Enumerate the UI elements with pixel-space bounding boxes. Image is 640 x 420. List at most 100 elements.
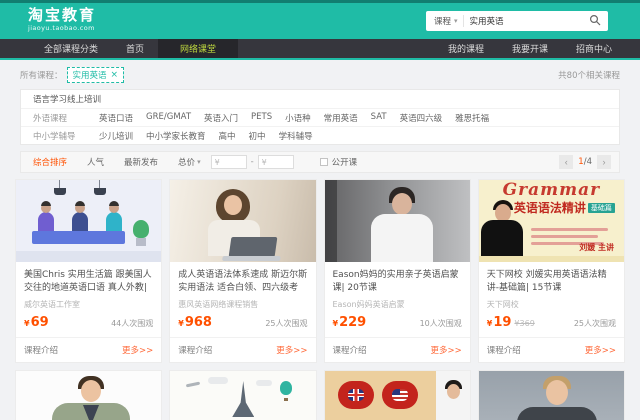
course-title[interactable]: 天下网校 刘媛实用英语语法精讲-基础篇| 15节课 (487, 269, 616, 295)
category-link[interactable]: 常用英语 (324, 112, 358, 124)
book-cover-title: 英语语法精讲 基础篇 (505, 199, 624, 216)
course-thumbnail-man-green-jacket (16, 371, 162, 420)
filter-tag-selected[interactable]: 实用英语 × (66, 67, 125, 83)
nav-home[interactable]: 首页 (112, 39, 158, 58)
course-intro-link[interactable]: 课程介绍 (178, 344, 212, 356)
search-category-dropdown[interactable]: 课程 ▾ (426, 15, 463, 27)
table (32, 231, 126, 244)
course-card[interactable] (169, 370, 317, 420)
category-link[interactable]: 英语入门 (204, 112, 238, 124)
public-course-checkbox[interactable] (319, 158, 328, 166)
course-card[interactable]: 美国Chris 实用生活篇 跟美国人交往的地道英语口语 真人外教| 17节课 威… (15, 179, 163, 363)
course-more-link[interactable]: 更多>> (122, 344, 153, 356)
search-input[interactable] (463, 16, 582, 26)
course-price: 229 (339, 315, 367, 330)
filter-label: 所有课程： (20, 71, 63, 81)
nav-all-categories[interactable]: 全部课程分类 (30, 39, 112, 58)
course-view-count: 44人次围观 (111, 319, 154, 328)
course-seller: 天下网校 (486, 300, 519, 309)
currency-symbol: ¥ (332, 319, 339, 328)
chevron-down-icon: ▾ (197, 158, 201, 166)
category-link[interactable]: PETS (251, 112, 272, 124)
next-page-button[interactable]: › (597, 155, 611, 169)
book-cover-teacher: 刘媛 主讲 (579, 243, 614, 252)
course-card[interactable] (477, 370, 625, 420)
price-min-input[interactable] (210, 155, 247, 169)
category-row-k12: 中小学辅导 少儿培训 中小学家长教育 高中 初中 学科辅导 (21, 126, 619, 144)
category-link[interactable]: 初中 (249, 130, 266, 142)
course-thumbnail-office-illustration (16, 180, 162, 262)
category-row-label: 外语课程 (33, 113, 68, 124)
nav-merchant-center[interactable]: 招商中心 (562, 39, 626, 58)
course-seller: 惠风英语网络课程销售 (178, 300, 259, 309)
course-more-link[interactable]: 更多>> (276, 344, 307, 356)
lamp-cord (59, 180, 60, 188)
course-title[interactable]: 成人英语语法体系速成 斯迈尔斯实用语法 适合白领、四六级考试| 141节课 (178, 269, 307, 295)
course-card[interactable]: Eason妈妈的实用亲子英语启蒙课| 20节课 Eason妈妈英语启蒙 ¥ 22… (323, 179, 471, 363)
logo[interactable]: 淘宝教育 jiaoyu.taobao.com (28, 7, 96, 33)
pagination: ‹ 1/4 › (559, 155, 611, 169)
lamp (54, 188, 66, 195)
sort-bar: 综合排序 人气 最新发布 总价 ▾ - 公开课 ‹ 1/4 › (20, 151, 620, 173)
course-intro-link[interactable]: 课程介绍 (333, 344, 367, 356)
course-card[interactable]: Grammar 英语语法精讲 基础篇 刘媛 主讲 天下网校 刘媛实用英语语法精讲-… (477, 179, 625, 363)
course-title[interactable]: 美国Chris 实用生活篇 跟美国人交往的地道英语口语 真人外教| 17节课 (24, 269, 153, 295)
sort-price[interactable]: 总价 ▾ (168, 156, 211, 168)
category-link[interactable]: 雅思托福 (455, 112, 489, 124)
sort-popularity[interactable]: 人气 (77, 156, 114, 168)
sort-composite[interactable]: 综合排序 (23, 156, 77, 168)
nav-my-courses[interactable]: 我的课程 (434, 39, 498, 58)
result-count: 共80个相关课程 (558, 71, 620, 81)
search-button[interactable] (582, 11, 608, 31)
category-links: 英语口语 GRE/GMAT 英语入门 PETS 小语种 常用英语 SAT 英语四… (99, 112, 489, 124)
cover-text-line (530, 235, 598, 238)
category-link[interactable]: 小语种 (285, 112, 311, 124)
course-card[interactable] (323, 370, 471, 420)
total-pages: /4 (583, 157, 592, 167)
nav-online-classroom[interactable]: 网络课堂 (158, 39, 239, 58)
category-link[interactable]: 高中 (219, 130, 236, 142)
eiffel-tower (232, 381, 255, 417)
page-indicator: 1/4 (578, 157, 592, 167)
course-more-link[interactable]: 更多>> (585, 344, 616, 356)
search-icon (589, 14, 601, 29)
logo-subtitle: jiaoyu.taobao.com (28, 24, 95, 32)
course-title[interactable]: Eason妈妈的实用亲子英语启蒙课| 20节课 (333, 269, 462, 295)
course-card[interactable] (15, 370, 163, 420)
main-nav: 全部课程分类 首页 网络课堂 我的课程 我要开课 招商中心 (0, 39, 640, 60)
category-row-foreign-language: 外语课程 英语口语 GRE/GMAT 英语入门 PETS 小语种 常用英语 SA… (21, 108, 619, 126)
book-cover-headline: Grammar (502, 180, 601, 200)
book-cover-badge: 基础篇 (587, 203, 615, 213)
close-icon[interactable]: × (111, 71, 119, 80)
course-view-count: 10人次围观 (419, 319, 462, 328)
prev-page-button[interactable]: ‹ (559, 155, 574, 169)
category-link[interactable]: 英语四六级 (400, 112, 443, 124)
chevron-down-icon: ▾ (454, 17, 458, 25)
course-more-link[interactable]: 更多>> (431, 344, 462, 356)
category-link[interactable]: SAT (371, 112, 387, 124)
course-thumbnail-man-white-shirt (324, 180, 470, 262)
price-max-input[interactable] (257, 155, 294, 169)
price-range-separator: - (250, 157, 254, 167)
person-figure (391, 193, 412, 215)
category-link[interactable]: 学科辅导 (279, 130, 313, 142)
category-link[interactable]: 少儿培训 (99, 130, 133, 142)
currency-symbol: ¥ (486, 319, 493, 328)
course-intro-link[interactable]: 课程介绍 (487, 344, 521, 356)
hot-air-balloon (279, 381, 292, 401)
person-figure (545, 380, 568, 405)
nav-open-course[interactable]: 我要开课 (498, 39, 562, 58)
sort-newest[interactable]: 最新发布 (114, 156, 168, 168)
search-bar: 课程 ▾ (426, 11, 608, 31)
person-figure (516, 407, 597, 420)
course-card[interactable]: 成人英语语法体系速成 斯迈尔斯实用语法 适合白领、四六级考试| 141节课 惠风… (169, 179, 317, 363)
person-figure (52, 403, 130, 420)
uk-flag-lips (337, 381, 374, 409)
category-path-row[interactable]: 语言学习线上培训 (21, 90, 619, 108)
person-figure (370, 214, 433, 262)
category-link[interactable]: GRE/GMAT (146, 112, 191, 124)
category-link[interactable]: 中小学家长教育 (146, 130, 206, 142)
category-link[interactable]: 英语口语 (99, 112, 133, 124)
course-intro-link[interactable]: 课程介绍 (24, 344, 58, 356)
